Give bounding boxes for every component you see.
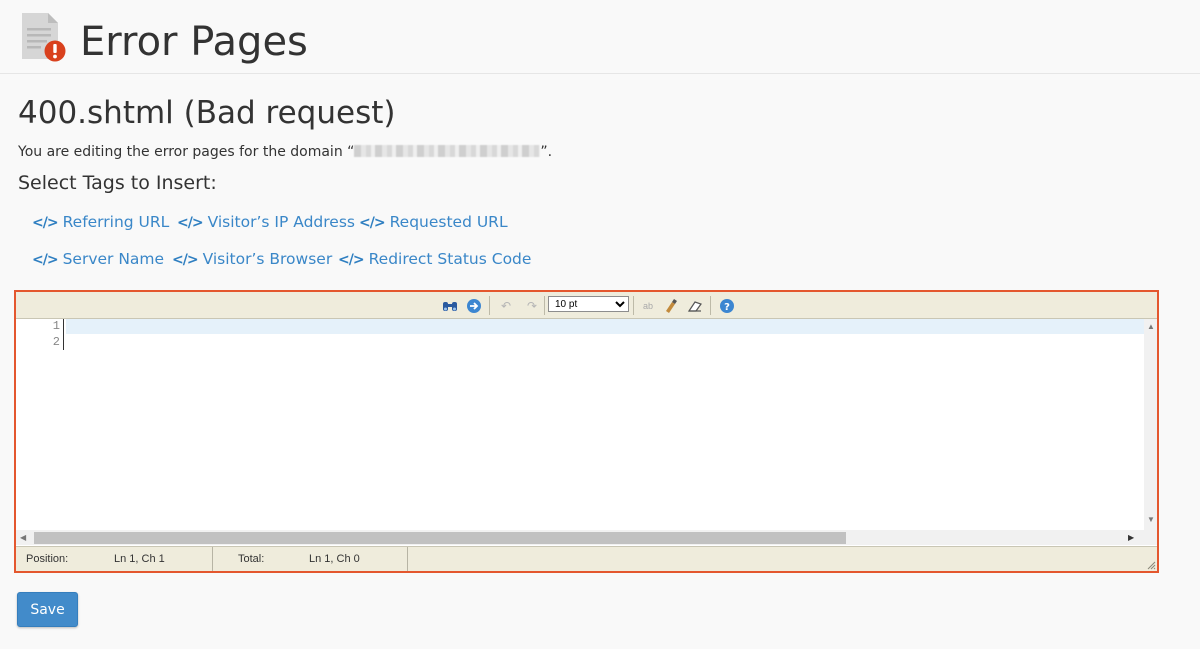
redo-icon[interactable]: ↷ xyxy=(523,297,541,315)
toolbar-separator xyxy=(544,296,545,315)
font-size-select[interactable]: 10 pt xyxy=(548,296,629,312)
tag-requested-url[interactable]: </> Requested URL xyxy=(359,212,508,233)
position-value: Ln 1, Ch 1 xyxy=(114,553,165,565)
code-textarea[interactable]: 1 2 xyxy=(16,319,1144,530)
tag-server-name[interactable]: </> Server Name xyxy=(32,249,164,270)
page-title: Error Pages xyxy=(80,19,308,65)
total-value: Ln 1, Ch 0 xyxy=(309,553,360,565)
domain-suffix: ”. xyxy=(540,144,553,160)
tag-referring-url[interactable]: </> Referring URL xyxy=(32,212,169,233)
code-icon: </> xyxy=(32,215,59,231)
line-gutter: 1 2 xyxy=(16,319,66,530)
status-position: Position: Ln 1, Ch 1 xyxy=(16,547,213,571)
horizontal-scroll-thumb[interactable] xyxy=(34,532,846,544)
line-number: 1 xyxy=(52,319,60,333)
error-document-icon xyxy=(22,13,66,62)
text-caret xyxy=(63,319,64,350)
tag-label: Server Name xyxy=(62,250,165,268)
scroll-up-icon[interactable]: ▲ xyxy=(1147,322,1155,332)
svg-text:?: ? xyxy=(724,302,730,313)
code-icon: </> xyxy=(359,215,386,231)
tag-label: Redirect Status Code xyxy=(368,250,532,268)
spellcheck-icon[interactable]: ab xyxy=(639,297,657,315)
toolbar-separator xyxy=(489,296,490,315)
code-icon: </> xyxy=(177,215,204,231)
total-label: Total: xyxy=(238,553,265,565)
scroll-left-icon[interactable]: ◀ xyxy=(20,533,26,543)
line-number: 2 xyxy=(52,335,60,349)
tags-heading: Select Tags to Insert: xyxy=(18,172,217,194)
tag-visitor-browser[interactable]: </> Visitor’s Browser xyxy=(172,249,332,270)
code-icon: </> xyxy=(32,252,59,268)
horizontal-scrollbar[interactable]: ◀ ▶ xyxy=(16,530,1144,545)
redacted-domain xyxy=(354,145,541,157)
reset-icon[interactable] xyxy=(686,297,704,315)
scroll-down-icon[interactable]: ▼ xyxy=(1147,515,1155,525)
toolbar-separator xyxy=(710,296,711,315)
tag-redirect-status[interactable]: </> Redirect Status Code xyxy=(338,249,531,270)
toolbar-separator xyxy=(633,296,634,315)
domain-prefix: You are editing the error pages for the … xyxy=(18,144,355,160)
highlight-icon[interactable] xyxy=(662,297,680,315)
file-title: 400.shtml (Bad request) xyxy=(18,95,396,131)
page-header: Error Pages xyxy=(0,0,1200,74)
domain-description: You are editing the error pages for the … xyxy=(18,143,552,161)
code-icon: </> xyxy=(172,252,199,268)
tag-label: Requested URL xyxy=(389,213,508,231)
editor-statusbar: Position: Ln 1, Ch 1 Total: Ln 1, Ch 0 xyxy=(16,546,1157,571)
scroll-corner xyxy=(1144,530,1157,545)
tag-label: Referring URL xyxy=(62,213,170,231)
scroll-right-icon[interactable]: ▶ xyxy=(1128,533,1134,543)
tag-label: Visitor’s IP Address xyxy=(207,213,355,231)
goto-line-icon[interactable] xyxy=(465,297,483,315)
active-line-highlight xyxy=(66,319,1144,334)
binoculars-icon[interactable] xyxy=(441,297,459,315)
code-editor: ↶ ↷ 10 pt ab ? 1 2 ▲ ▼ ◀ ▶ Position: Ln … xyxy=(14,290,1159,573)
vertical-scrollbar[interactable]: ▲ ▼ xyxy=(1144,319,1157,530)
undo-icon[interactable]: ↶ xyxy=(497,297,515,315)
tag-visitor-ip[interactable]: </> Visitor’s IP Address xyxy=(177,212,355,233)
help-icon[interactable]: ? xyxy=(718,297,736,315)
code-icon: </> xyxy=(338,252,365,268)
resize-grip-icon[interactable] xyxy=(1146,560,1156,570)
tag-label: Visitor’s Browser xyxy=(202,250,333,268)
position-label: Position: xyxy=(26,553,69,565)
save-button[interactable]: Save xyxy=(17,592,78,627)
editor-toolbar: ↶ ↷ 10 pt ab ? xyxy=(16,292,1157,319)
status-total: Total: Ln 1, Ch 0 xyxy=(213,547,408,571)
